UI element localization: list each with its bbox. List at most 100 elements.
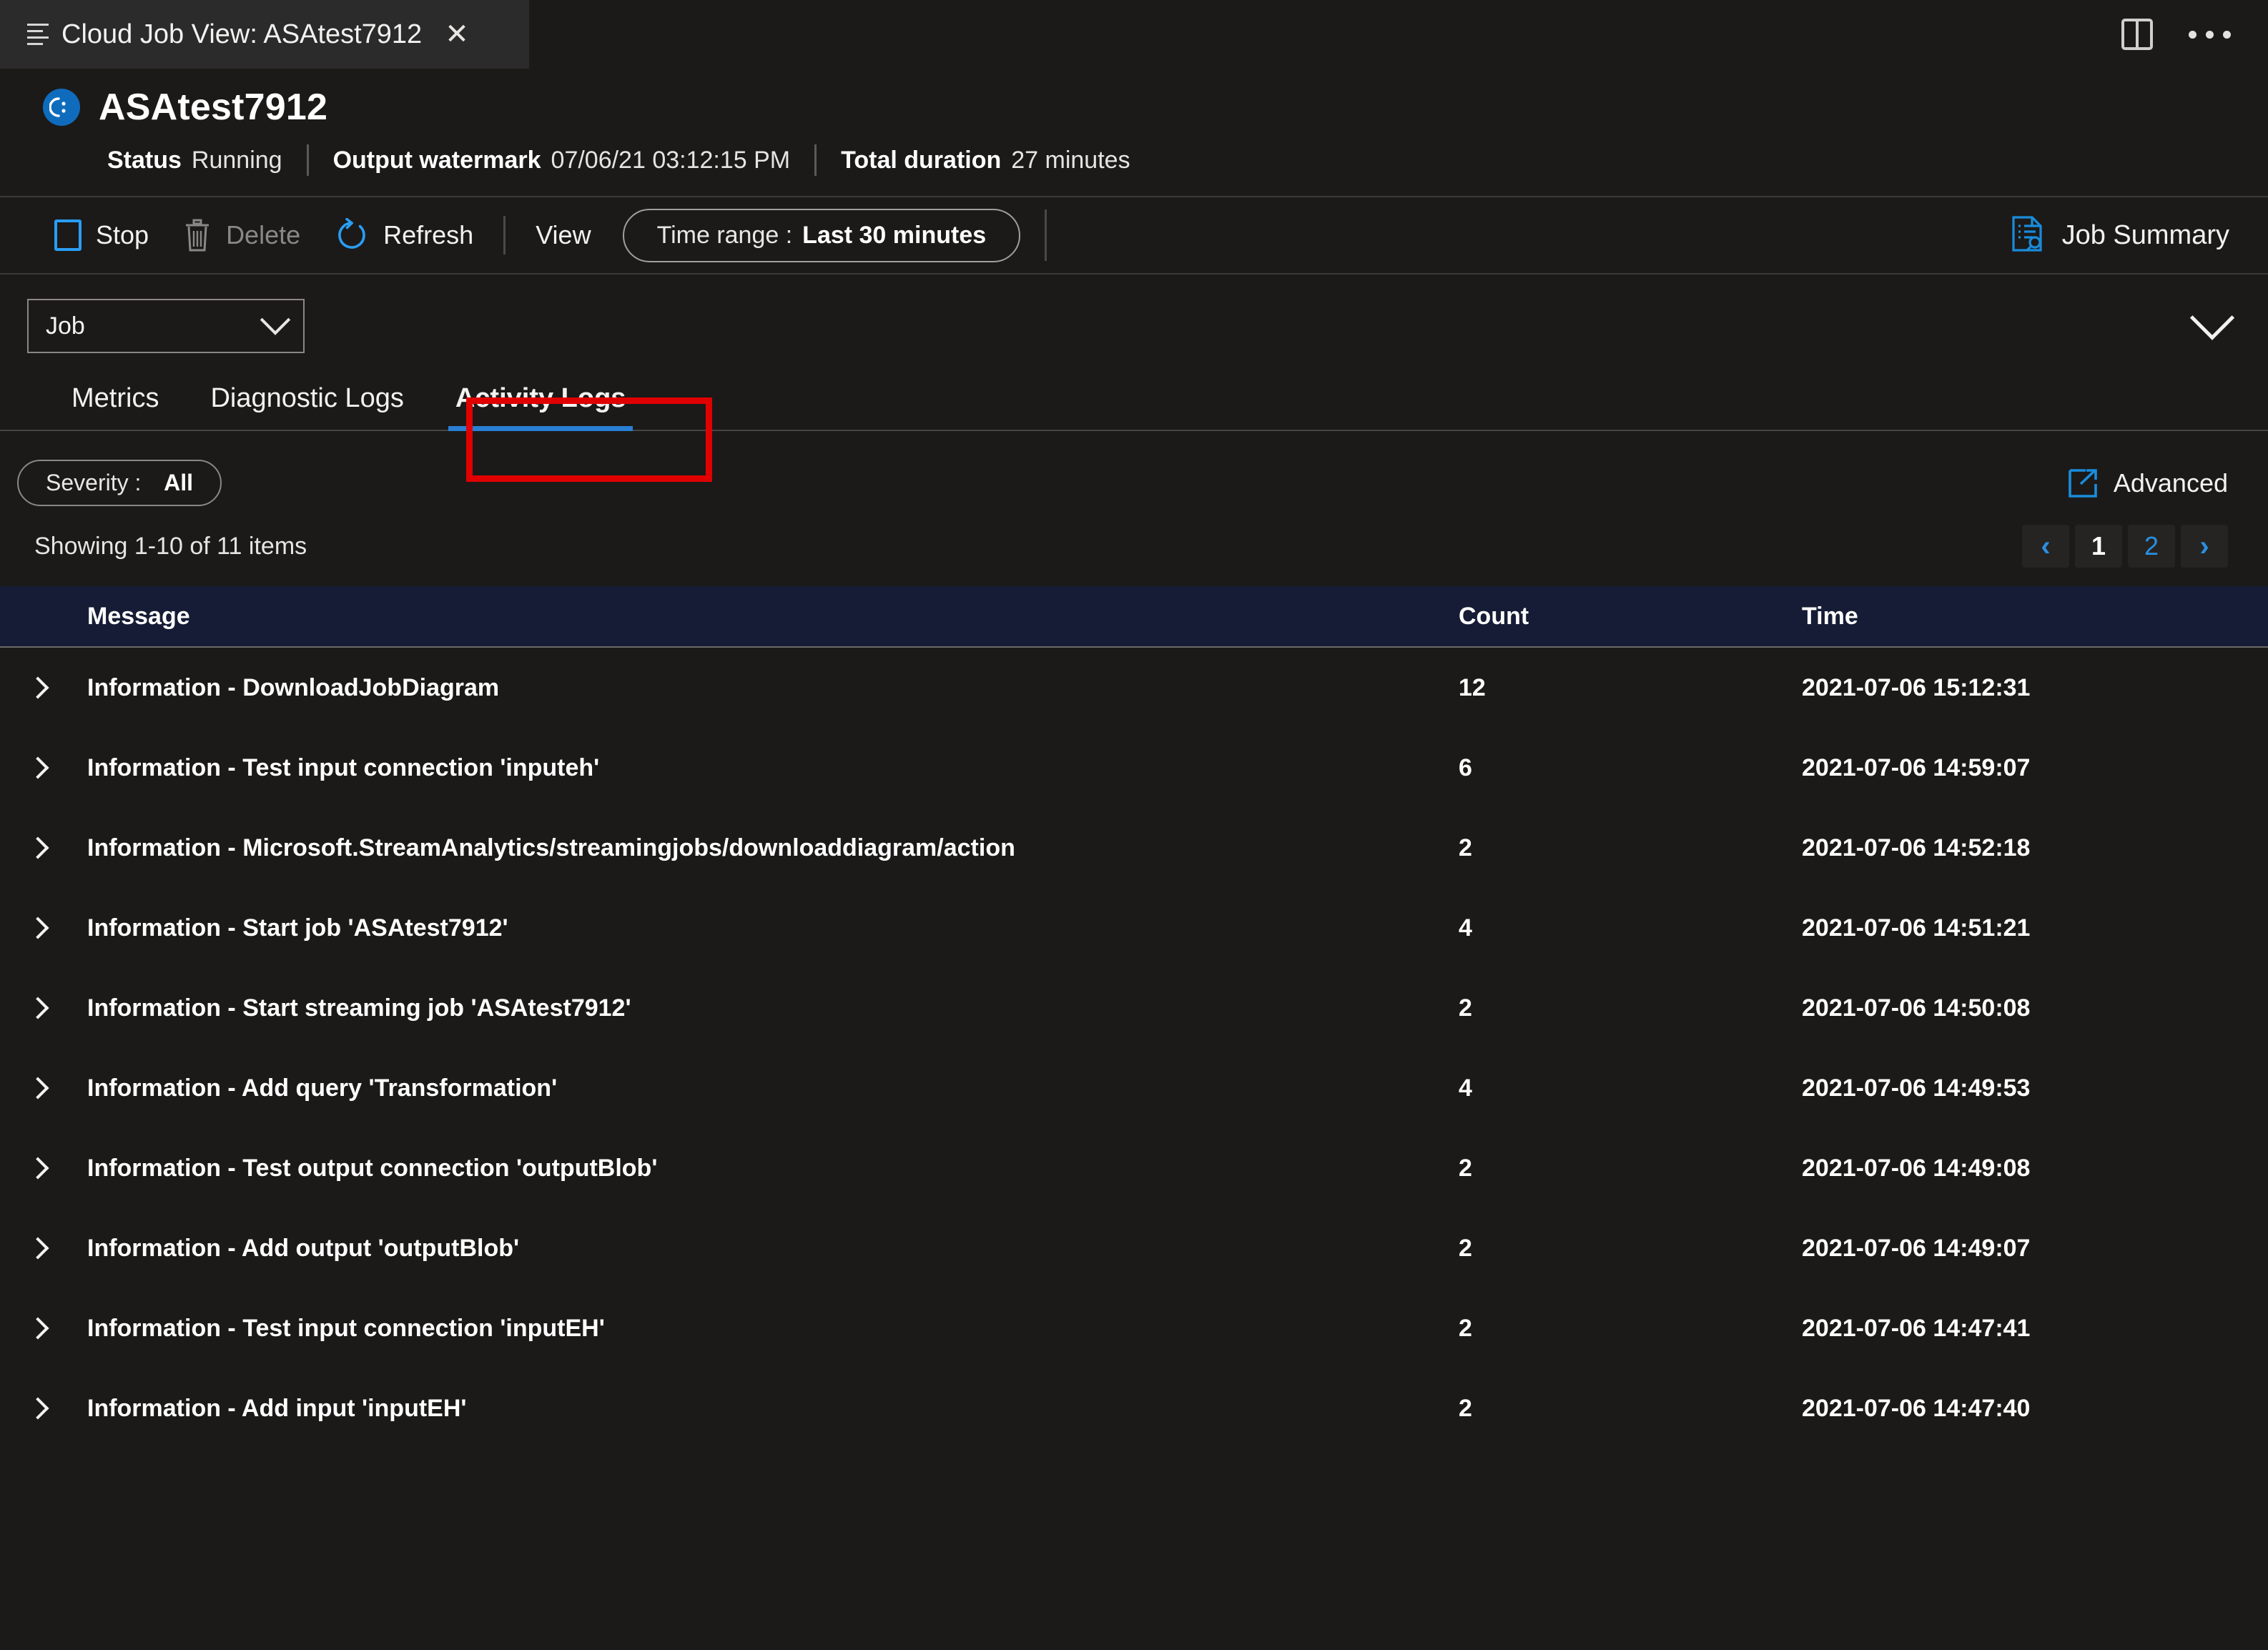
severity-filter[interactable]: Severity : All bbox=[17, 460, 222, 506]
page-title: ASAtest7912 bbox=[99, 87, 328, 128]
row-message-cell: Information - Test input connection 'inp… bbox=[0, 754, 1459, 782]
row-time-cell: 2021-07-06 14:49:53 bbox=[1802, 1074, 2031, 1102]
row-count-cell: 4 bbox=[1459, 1074, 1472, 1102]
row-count-cell: 2 bbox=[1459, 994, 1472, 1022]
severity-filter-value: All bbox=[164, 470, 194, 495]
expand-row-chevron-icon[interactable] bbox=[21, 836, 54, 859]
table-row[interactable]: Information - Start job 'ASAtest7912' 4 20… bbox=[0, 888, 2268, 968]
row-message-text: Information - Test input connection 'inp… bbox=[87, 1314, 605, 1342]
time-range-filter[interactable]: Time range : Last 30 minutes bbox=[622, 208, 1021, 262]
expand-row-chevron-icon[interactable] bbox=[21, 1077, 54, 1100]
chevron-left-icon: ‹ bbox=[2041, 530, 2051, 562]
document-tab-cloud-job-view[interactable]: Cloud Job View: ASAtest7912 ✕ bbox=[0, 0, 529, 69]
column-header-time[interactable]: Time bbox=[1802, 603, 2268, 631]
pagination-page-2[interactable]: 2 bbox=[2128, 525, 2175, 568]
advanced-button[interactable]: Advanced bbox=[2068, 468, 2228, 498]
ellipsis-icon[interactable] bbox=[2189, 30, 2231, 39]
row-message-text: Information - Test output connection 'ou… bbox=[87, 1154, 658, 1182]
status-value: Running bbox=[191, 146, 282, 174]
tab-metrics[interactable]: Metrics bbox=[46, 373, 184, 430]
tab-activity-logs-label: Activity Logs bbox=[455, 383, 626, 413]
pagination-page-2-label: 2 bbox=[2144, 531, 2159, 560]
expand-row-chevron-icon[interactable] bbox=[21, 1237, 54, 1260]
row-message-cell: Information - Start job 'ASAtest7912' bbox=[0, 914, 1459, 942]
row-message-text: Information - Microsoft.StreamAnalytics/… bbox=[87, 834, 1015, 861]
row-message-cell: Information - Test output connection 'ou… bbox=[0, 1155, 1459, 1182]
tabs-container: Metrics Diagnostic Logs Activity Logs bbox=[0, 373, 2268, 482]
table-row[interactable]: Information - Add query 'Transformation'… bbox=[0, 1048, 2268, 1128]
column-header-count[interactable]: Count bbox=[1459, 603, 1802, 631]
table-header-row: Message Count Time bbox=[0, 586, 2268, 648]
delete-button[interactable]: Delete bbox=[166, 218, 317, 252]
job-summary-icon bbox=[2011, 215, 2045, 256]
time-range-key: Time range : bbox=[656, 221, 793, 249]
row-message-cell: Information - Microsoft.StreamAnalytics/… bbox=[0, 834, 1459, 862]
hamburger-icon[interactable] bbox=[27, 24, 49, 45]
row-message-cell: Information - DownloadJobDiagram bbox=[0, 674, 1459, 702]
stream-analytics-job-icon bbox=[43, 89, 80, 126]
window-tab-strip: Cloud Job View: ASAtest7912 ✕ bbox=[0, 0, 2268, 69]
table-row[interactable]: Information - Add input 'inputEH' 2 2021-0… bbox=[0, 1368, 2268, 1448]
row-message-text: Information - Start streaming job 'ASAte… bbox=[87, 994, 631, 1022]
job-meta: Status Running Output watermark 07/06/21… bbox=[107, 144, 2268, 176]
tab-activity-logs[interactable]: Activity Logs bbox=[430, 373, 652, 431]
job-summary-button[interactable]: Job Summary bbox=[2011, 215, 2235, 256]
command-divider-2 bbox=[1045, 209, 1047, 261]
pagination-page-1[interactable]: 1 bbox=[2075, 525, 2122, 568]
expand-row-chevron-icon[interactable] bbox=[21, 997, 54, 1019]
refresh-button-label: Refresh bbox=[383, 220, 474, 250]
table-row[interactable]: Information - Start streaming job 'ASAte… bbox=[0, 968, 2268, 1048]
pagination: ‹ 1 2 › bbox=[2022, 525, 2228, 568]
pagination-next-button[interactable]: › bbox=[2181, 525, 2228, 568]
row-count-cell: 2 bbox=[1459, 1314, 1472, 1342]
refresh-icon bbox=[335, 218, 369, 252]
severity-filter-key: Severity : bbox=[46, 470, 142, 495]
row-time-cell: 2021-07-06 14:59:07 bbox=[1802, 754, 2031, 781]
view-button[interactable]: View bbox=[518, 220, 608, 250]
table-row[interactable]: Information - Test output connection 'ou… bbox=[0, 1128, 2268, 1208]
column-header-message[interactable]: Message bbox=[0, 603, 1459, 631]
row-message-text: Information - Start job 'ASAtest7912' bbox=[87, 914, 508, 942]
scope-select[interactable]: Job bbox=[27, 299, 305, 353]
row-time-cell: 2021-07-06 14:47:40 bbox=[1802, 1394, 2031, 1422]
tab-diagnostic-logs[interactable]: Diagnostic Logs bbox=[184, 373, 429, 430]
expand-row-chevron-icon[interactable] bbox=[21, 1317, 54, 1340]
table-row[interactable]: Information - DownloadJobDiagram 12 2021-0… bbox=[0, 648, 2268, 728]
table-row[interactable]: Information - Add output 'outputBlob' 2 20… bbox=[0, 1208, 2268, 1288]
command-bar: Stop Delete Refresh View Time range : La… bbox=[0, 196, 2268, 275]
row-message-text: Information - Test input connection 'inp… bbox=[87, 754, 600, 781]
tab-diagnostic-logs-label: Diagnostic Logs bbox=[210, 383, 404, 413]
window-controls bbox=[2121, 0, 2268, 69]
stop-button[interactable]: Stop bbox=[37, 219, 166, 251]
refresh-button[interactable]: Refresh bbox=[317, 218, 490, 252]
time-range-value: Last 30 minutes bbox=[802, 221, 987, 249]
row-time-cell: 2021-07-06 15:12:31 bbox=[1802, 673, 2031, 701]
expand-row-chevron-icon[interactable] bbox=[21, 756, 54, 779]
expand-row-chevron-icon[interactable] bbox=[21, 1397, 54, 1420]
row-time-cell: 2021-07-06 14:49:07 bbox=[1802, 1234, 2031, 1262]
expand-row-chevron-icon[interactable] bbox=[21, 1157, 54, 1180]
row-message-cell: Information - Add input 'inputEH' bbox=[0, 1395, 1459, 1423]
delete-button-label: Delete bbox=[226, 220, 301, 250]
meta-divider-2 bbox=[814, 144, 817, 176]
pagination-prev-button[interactable]: ‹ bbox=[2022, 525, 2069, 568]
expand-row-chevron-icon[interactable] bbox=[21, 917, 54, 939]
scope-selector-row: Job bbox=[0, 275, 2268, 353]
table-row[interactable]: Information - Test input connection 'inp… bbox=[0, 1288, 2268, 1368]
table-row[interactable]: Information - Microsoft.StreamAnalytics/… bbox=[0, 808, 2268, 888]
row-count-cell: 4 bbox=[1459, 914, 1472, 942]
total-duration-value: 27 minutes bbox=[1011, 146, 1130, 174]
table-row[interactable]: Information - Test input connection 'inp… bbox=[0, 728, 2268, 808]
row-message-cell: Information - Add query 'Transformation' bbox=[0, 1075, 1459, 1102]
split-view-icon[interactable] bbox=[2121, 19, 2153, 50]
external-link-icon bbox=[2068, 468, 2098, 498]
collapse-panel-chevron-icon[interactable] bbox=[2189, 295, 2235, 340]
showing-count-text: Showing 1-10 of 11 items bbox=[34, 532, 307, 560]
expand-row-chevron-icon[interactable] bbox=[21, 676, 54, 699]
meta-divider-1 bbox=[306, 144, 309, 176]
job-header: ASAtest7912 Status Running Output waterm… bbox=[0, 69, 2268, 196]
view-button-label: View bbox=[536, 220, 591, 250]
row-message-text: Information - Add query 'Transformation' bbox=[87, 1074, 558, 1102]
document-tab-label: Cloud Job View: ASAtest7912 bbox=[61, 19, 423, 49]
close-icon[interactable]: ✕ bbox=[445, 20, 469, 49]
